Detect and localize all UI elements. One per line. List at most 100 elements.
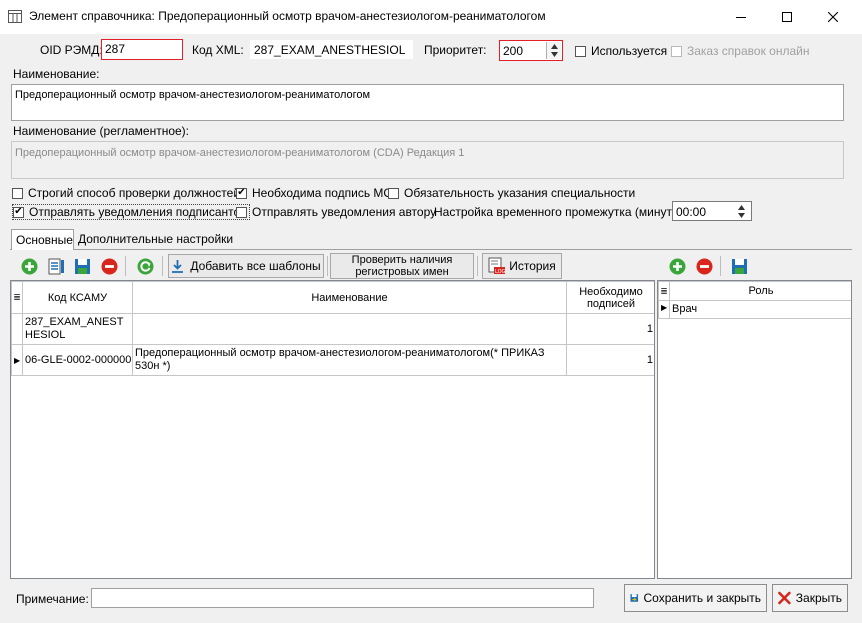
need-mo-sign-checkbox[interactable]: ✔ Необходима подпись МО <box>236 186 393 200</box>
main-grid: ≣ Код КСАМУ Наименование Необходимо подп… <box>10 280 655 579</box>
save-exit-icon <box>630 594 639 602</box>
cell-ksamu-code[interactable]: 06-GLE-0002-000000 <box>22 344 133 376</box>
strict-check-label: Строгий способ проверки должностей <box>28 186 241 200</box>
used-checkbox[interactable]: Используется <box>575 44 667 58</box>
table-row[interactable]: 287_EXAM_ANESTHESIOL 1 <box>11 313 654 345</box>
delete-role-button[interactable] <box>694 256 714 276</box>
refresh-icon <box>137 258 153 274</box>
cell-ksamu-code[interactable]: 287_EXAM_ANESTHESIOL <box>22 313 133 345</box>
grid-menu-icon[interactable]: ≣ <box>11 281 23 314</box>
reg-name-label: Наименование (регламентное): <box>13 124 190 138</box>
save-and-close-button[interactable]: Сохранить и закрыть <box>624 584 767 612</box>
used-checkbox-box[interactable] <box>575 45 586 57</box>
online-orders-label: Заказ справок онлайн <box>687 44 810 58</box>
maximize-button[interactable] <box>764 0 810 34</box>
row-indicator: ▶ <box>11 344 23 376</box>
online-orders-checkbox[interactable]: Заказ справок онлайн <box>671 44 809 58</box>
history-icon: LOG <box>488 257 506 275</box>
time-value: 00:00 <box>676 205 707 219</box>
arrow-down-icon[interactable] <box>738 213 745 218</box>
cell-name[interactable] <box>132 313 567 345</box>
tab-main[interactable]: Основные <box>11 229 74 250</box>
time-spinner[interactable]: 00:00 <box>672 201 752 221</box>
notify-signers-checkbox[interactable]: ✔ Отправлять уведомления подписантов <box>12 204 250 220</box>
priority-value: 200 <box>503 44 524 58</box>
cell-name[interactable]: Предоперационный осмотр врачом-анестезио… <box>132 344 567 376</box>
table-row[interactable]: ▶ Врач <box>658 300 851 319</box>
cell-signatures[interactable]: 1 <box>566 313 654 345</box>
table-row[interactable]: ▶ 06-GLE-0002-000000 Предоперационный ос… <box>11 344 654 376</box>
strict-check-box[interactable] <box>12 187 23 199</box>
arrow-up-icon[interactable] <box>551 44 558 49</box>
save-role-button[interactable] <box>729 256 749 276</box>
toolbar-separator <box>720 256 721 276</box>
minimize-icon <box>736 17 746 18</box>
role-grid: ≣ Роль ▶ Врач <box>657 280 852 579</box>
save-row-button[interactable] <box>72 256 92 276</box>
close-button[interactable]: Закрыть <box>772 584 848 612</box>
arrow-down-icon[interactable] <box>551 52 558 57</box>
column-ksamu-code[interactable]: Код КСАМУ <box>22 281 133 314</box>
note-label: Примечание: <box>16 592 89 606</box>
add-all-templates-label: Добавить все шаблоны <box>190 259 321 273</box>
note-input[interactable] <box>91 588 594 608</box>
priority-stepper[interactable] <box>546 42 561 59</box>
minus-icon <box>696 258 712 274</box>
close-label: Закрыть <box>795 591 842 605</box>
priority-spinner[interactable]: 200 <box>499 40 563 61</box>
oid-input[interactable]: 287 <box>101 39 183 60</box>
role-toolbar <box>657 251 852 280</box>
row-indicator: ▶ <box>658 300 670 319</box>
delete-row-button[interactable] <box>99 256 119 276</box>
close-icon <box>828 12 838 22</box>
toolbar-separator <box>162 256 163 276</box>
column-role[interactable]: Роль <box>669 281 851 301</box>
column-name[interactable]: Наименование <box>132 281 567 314</box>
priority-label: Приоритет: <box>424 43 487 57</box>
notify-author-checkbox[interactable]: Отправлять уведомления автору <box>236 205 436 219</box>
grid-menu-icon[interactable]: ≣ <box>658 281 670 301</box>
check-register-names-label: Проверить наличия регистровых имен <box>351 254 453 278</box>
close-icon <box>778 591 791 605</box>
svg-text:LOG: LOG <box>495 269 506 275</box>
oid-label: OID РЭМД: <box>40 43 103 57</box>
minimize-button[interactable] <box>718 0 764 34</box>
arrow-up-icon[interactable] <box>738 205 745 210</box>
check-register-names-button[interactable]: Проверить наличия регистровых имен <box>330 253 474 279</box>
cell-signatures[interactable]: 1 <box>566 344 654 376</box>
time-setting-label: Настройка временного промежутка (минуты)… <box>434 205 688 219</box>
window-title: Элемент справочника: Предоперационный ос… <box>29 9 546 23</box>
specialty-required-box[interactable] <box>388 187 399 199</box>
add-row-button[interactable] <box>19 256 39 276</box>
strict-check-checkbox[interactable]: Строгий способ проверки должностей <box>12 186 240 200</box>
specialty-required-checkbox[interactable]: Обязательность указания специальности <box>388 186 635 200</box>
save-and-close-label: Сохранить и закрыть <box>643 591 761 605</box>
maximize-icon <box>782 12 792 22</box>
need-mo-sign-label: Необходима подпись МО <box>252 186 393 200</box>
cell-role[interactable]: Врач <box>669 300 851 319</box>
name-input[interactable]: Предоперационный осмотр врачом-анестезио… <box>11 84 844 121</box>
notify-signers-label: Отправлять уведомления подписантов <box>29 205 247 219</box>
save-icon <box>74 258 90 274</box>
history-button[interactable]: LOG История <box>482 253 562 279</box>
reg-name-input: Предоперационный осмотр врачом-анестезио… <box>11 141 844 179</box>
edit-row-button[interactable] <box>46 256 66 276</box>
notify-signers-box[interactable]: ✔ <box>13 206 24 218</box>
plus-icon <box>21 258 37 274</box>
column-signatures-required[interactable]: Необходимо подписей <box>566 281 654 314</box>
main-toolbar: Добавить все шаблоны Проверить наличия р… <box>10 251 655 280</box>
close-window-button[interactable] <box>810 0 856 34</box>
minus-icon <box>101 258 117 274</box>
notify-author-box[interactable] <box>236 206 247 218</box>
used-label: Используется <box>591 44 668 58</box>
online-orders-checkbox-box[interactable] <box>671 45 682 57</box>
specialty-required-label: Обязательность указания специальности <box>404 186 636 200</box>
plus-icon <box>669 258 685 274</box>
add-role-button[interactable] <box>667 256 687 276</box>
need-mo-sign-box[interactable]: ✔ <box>236 187 247 199</box>
tab-extra-settings[interactable]: Дополнительные настройки <box>74 229 237 250</box>
refresh-button[interactable] <box>135 256 155 276</box>
app-icon <box>8 10 22 23</box>
xml-code-input[interactable]: 287_EXAM_ANESTHESIOL <box>250 40 413 59</box>
add-all-templates-button[interactable]: Добавить все шаблоны <box>168 254 324 278</box>
